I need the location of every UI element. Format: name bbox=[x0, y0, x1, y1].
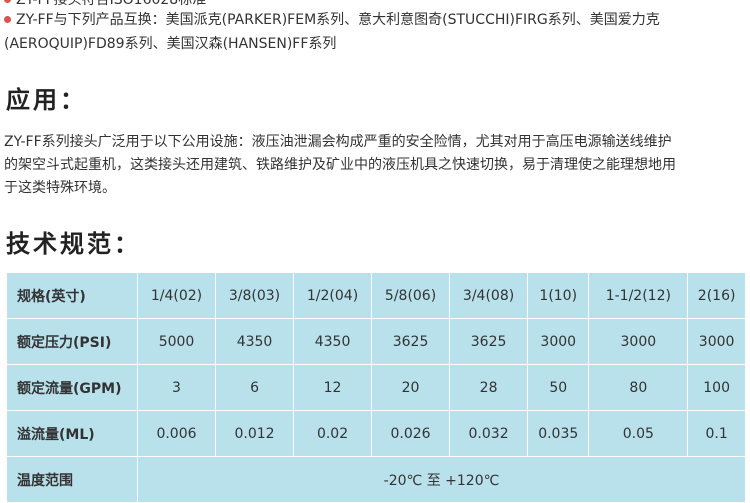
spec-row-flow: 额定流量(GPM) 3 6 12 20 28 50 80 100 bbox=[6, 364, 746, 411]
value-cell: 50 bbox=[527, 364, 590, 411]
value-cell: 6 bbox=[215, 364, 295, 411]
intro-bullet-2-text: ZY-FF与下列产品互换：美国派克(PARKER)FEM系列、意大利意图奇(ST… bbox=[16, 12, 660, 28]
value-cell: 3000 bbox=[687, 318, 746, 365]
size-cell: 1/2(04) bbox=[293, 272, 373, 319]
size-cell: 1(10) bbox=[527, 272, 590, 319]
temperature-range-value: -20℃ 至 +120℃ bbox=[137, 456, 746, 503]
value-cell: 0.012 bbox=[215, 410, 295, 457]
value-cell: 0.006 bbox=[136, 410, 217, 457]
size-cell: 5/8(06) bbox=[371, 272, 451, 319]
value-cell: 0.032 bbox=[449, 410, 529, 457]
value-cell: 5000 bbox=[136, 318, 217, 365]
value-cell: 3625 bbox=[371, 318, 451, 365]
spec-row-overflow: 溢流量(ML) 0.006 0.012 0.02 0.026 0.032 0.0… bbox=[6, 410, 746, 457]
value-cell: 0.02 bbox=[293, 410, 373, 457]
size-cell: 3/4(08) bbox=[449, 272, 529, 319]
value-cell: 20 bbox=[371, 364, 451, 411]
value-cell: 12 bbox=[293, 364, 373, 411]
intro-bullet-2: ZY-FF与下列产品互换：美国派克(PARKER)FEM系列、意大利意图奇(ST… bbox=[4, 9, 660, 32]
application-line-2: 的架空斗式起重机，这类接头还用建筑、铁路维护及矿业中的液压机具之快速切换，易于清… bbox=[4, 157, 676, 173]
row-label: 温度范围 bbox=[6, 456, 138, 503]
spec-header-row: 规格(英寸) 1/4(02) 3/8(03) 1/2(04) 5/8(06) 3… bbox=[6, 272, 746, 319]
value-cell: 3000 bbox=[588, 318, 689, 365]
application-paragraph: ZY-FF系列接头广泛用于以下公用设施：液压油泄漏会构成严重的安全险情，尤其对用… bbox=[4, 131, 748, 200]
size-cell: 3/8(03) bbox=[215, 272, 295, 319]
application-line-1: ZY-FF系列接头广泛用于以下公用设施：液压油泄漏会构成严重的安全险情，尤其对用… bbox=[4, 134, 672, 150]
spec-row-temperature: 温度范围 -20℃ 至 +120℃ bbox=[6, 456, 746, 503]
bullet-dot-icon bbox=[4, 15, 11, 23]
size-cell: 1/4(02) bbox=[136, 272, 217, 319]
value-cell: 3000 bbox=[527, 318, 590, 365]
row-label: 溢流量(ML) bbox=[6, 410, 138, 457]
value-cell: 80 bbox=[588, 364, 689, 411]
value-cell: 0.1 bbox=[687, 410, 746, 457]
value-cell: 28 bbox=[449, 364, 529, 411]
spec-table: 规格(英寸) 1/4(02) 3/8(03) 1/2(04) 5/8(06) 3… bbox=[6, 272, 746, 503]
value-cell: 0.05 bbox=[588, 410, 689, 457]
row-label: 额定压力(PSI) bbox=[6, 318, 138, 365]
intro-bullet-1-text: ZY-FF接头符合ISO16028标准 bbox=[16, 0, 207, 8]
value-cell: 100 bbox=[687, 364, 746, 411]
size-cell: 2(16) bbox=[687, 272, 746, 319]
application-heading: 应用： bbox=[6, 85, 87, 114]
value-cell: 3 bbox=[136, 364, 217, 411]
spec-row-pressure: 额定压力(PSI) 5000 4350 4350 3625 3625 3000 … bbox=[6, 318, 746, 365]
specs-heading: 技术规范： bbox=[6, 229, 141, 258]
intro-bullet-2-continuation: (AEROQUIP)FD89系列、美国汉森(HANSEN)FF系列 bbox=[4, 36, 337, 52]
spec-header-label: 规格(英寸) bbox=[6, 272, 138, 319]
row-label: 额定流量(GPM) bbox=[6, 364, 138, 411]
value-cell: 4350 bbox=[215, 318, 295, 365]
value-cell: 4350 bbox=[293, 318, 373, 365]
value-cell: 0.035 bbox=[527, 410, 590, 457]
value-cell: 0.026 bbox=[371, 410, 451, 457]
size-cell: 1-1/2(12) bbox=[588, 272, 689, 319]
bullet-dot-icon bbox=[4, 0, 11, 3]
application-line-3: 于这类特殊环境。 bbox=[4, 180, 116, 196]
value-cell: 3625 bbox=[449, 318, 529, 365]
